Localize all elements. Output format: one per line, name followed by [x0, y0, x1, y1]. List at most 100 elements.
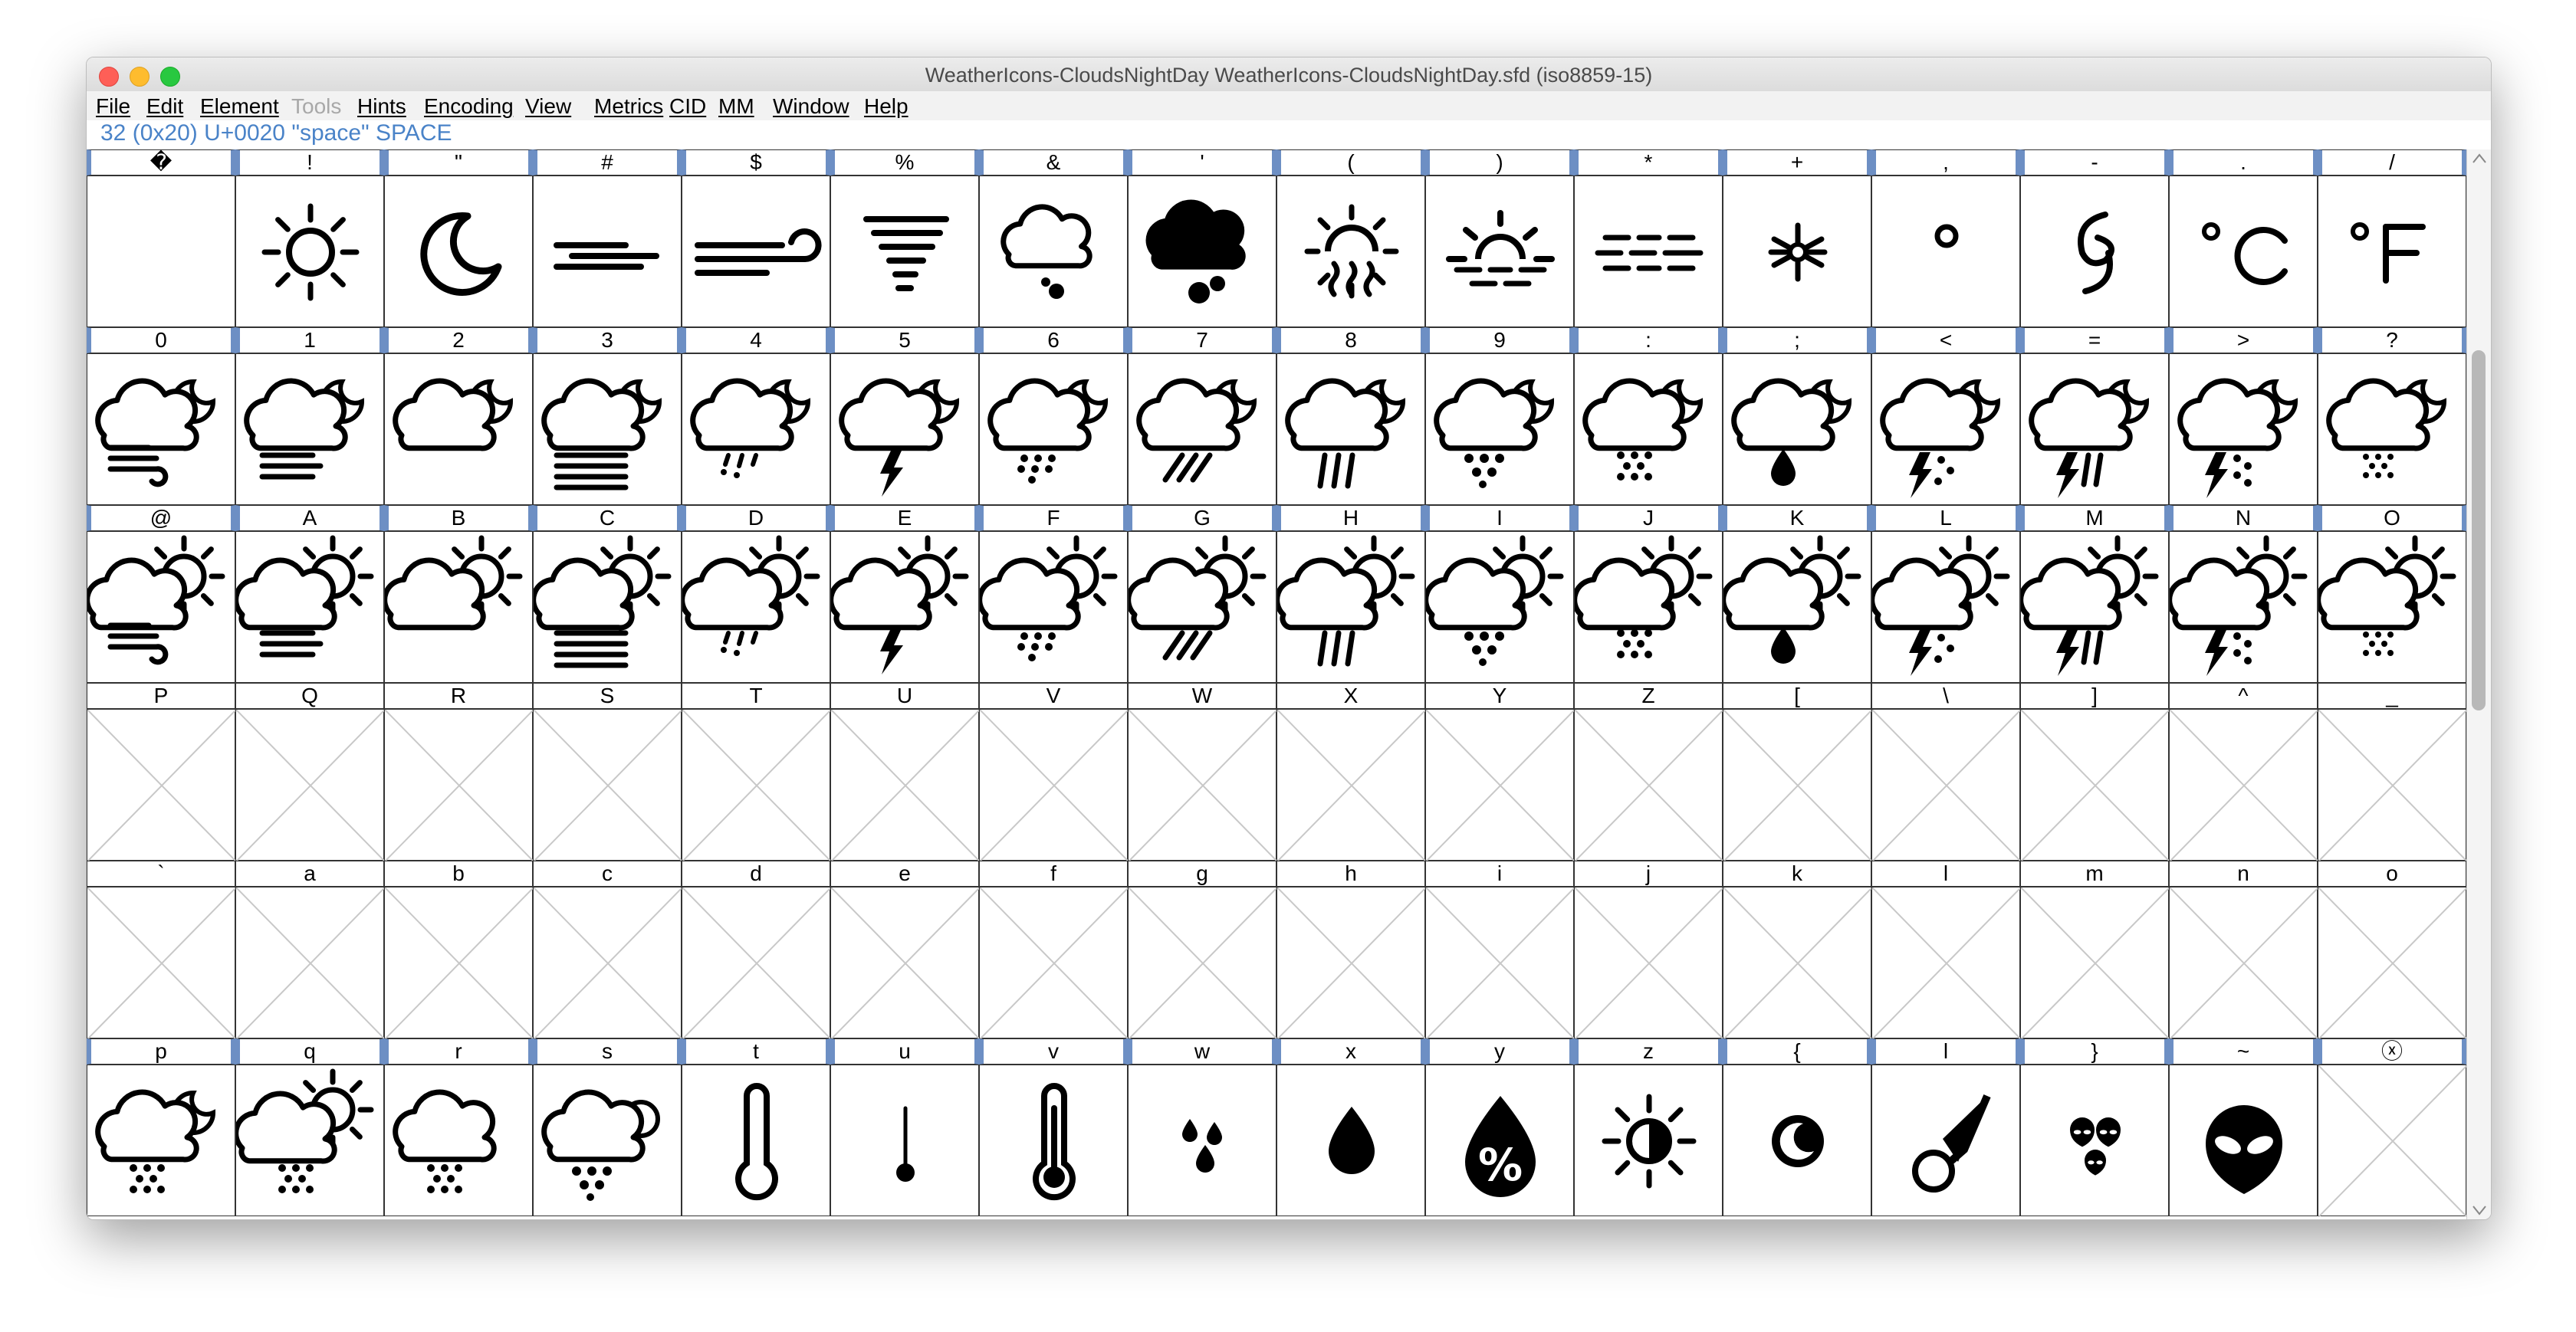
glyph-label[interactable]: E — [830, 505, 979, 531]
glyph-cell-night-snow[interactable] — [1574, 353, 1723, 505]
glyph-label[interactable]: 2 — [384, 327, 533, 353]
glyph-cell-day-showers[interactable] — [1276, 531, 1425, 683]
glyph-cell-empty[interactable] — [533, 887, 682, 1039]
glyph-cell-empty[interactable] — [1574, 709, 1723, 861]
glyph-label[interactable]: [ — [1723, 683, 1871, 709]
glyph-cell-empty[interactable] — [979, 709, 1129, 861]
menu-element[interactable]: Element — [200, 94, 279, 119]
glyph-label[interactable]: Z — [1574, 683, 1723, 709]
glyph-cell-empty[interactable] — [1574, 887, 1723, 1039]
glyph-label[interactable]: R — [384, 683, 533, 709]
glyph-label[interactable]: P — [87, 683, 235, 709]
menu-window[interactable]: Window — [773, 94, 849, 119]
glyph-label[interactable]: l — [1871, 1038, 2020, 1065]
glyph-cell-sun-moon[interactable] — [1574, 1065, 1723, 1216]
glyph-label[interactable]: H — [1276, 505, 1425, 531]
glyph-cell-thermometer[interactable] — [682, 1065, 830, 1216]
glyph-cell-night-storm-rain[interactable] — [2020, 353, 2169, 505]
glyph-cell-empty[interactable] — [830, 709, 980, 861]
glyph-cell-empty[interactable] — [830, 887, 980, 1039]
glyph-label[interactable]: g — [1128, 861, 1276, 887]
glyph-cell-raindrops[interactable] — [1128, 1065, 1276, 1216]
glyph-label[interactable]: V — [979, 683, 1128, 709]
glyph-label[interactable]: W — [1128, 683, 1276, 709]
scroll-down-arrow-icon[interactable] — [2470, 1202, 2489, 1218]
glyph-cell-day-wind[interactable] — [87, 531, 235, 683]
glyph-label[interactable]: f — [979, 861, 1128, 887]
vertical-scrollbar[interactable] — [2466, 149, 2491, 1219]
glyph-label[interactable]: : — [1574, 327, 1723, 353]
glyph-label[interactable]: p — [87, 1038, 235, 1065]
glyph-label[interactable]: k — [1723, 861, 1871, 887]
glyph-cell-sunset[interactable] — [1425, 176, 1574, 327]
glyph-cell-empty[interactable] — [1128, 709, 1277, 861]
glyph-label[interactable]: K — [1723, 505, 1871, 531]
glyph-cell-day-drizzle[interactable] — [682, 531, 830, 683]
glyph-cell-night-flurries[interactable] — [2318, 353, 2466, 505]
glyph-cell-cloud-filled[interactable] — [1128, 176, 1276, 327]
glyph-label[interactable]: F — [979, 505, 1128, 531]
glyph-label[interactable]: a — [235, 861, 384, 887]
glyph-label[interactable]: X — [1276, 683, 1425, 709]
glyph-label[interactable]: x — [1276, 1038, 1425, 1065]
glyph-label[interactable]: q — [235, 1038, 384, 1065]
glyph-cell-empty[interactable] — [1276, 709, 1426, 861]
glyph-cell-snowflake[interactable] — [1723, 176, 1871, 327]
glyph-label[interactable]: i — [1425, 861, 1574, 887]
glyph-cell-night-drizzle[interactable] — [682, 353, 830, 505]
glyph-cell-day-storm-rain[interactable] — [2020, 531, 2169, 683]
glyph-label[interactable]: - — [2020, 149, 2169, 176]
glyph-label[interactable]: ( — [1276, 149, 1425, 176]
glyph-label[interactable]: J — [1574, 505, 1723, 531]
glyph-cell-day-rain[interactable] — [979, 531, 1128, 683]
glyph-cell-empty[interactable] — [979, 887, 1129, 1039]
glyph-label[interactable]: 9 — [1425, 327, 1574, 353]
menu-view[interactable]: View — [525, 94, 571, 119]
glyph-label[interactable]: T — [682, 683, 830, 709]
glyph-cell-empty[interactable] — [2169, 887, 2318, 1039]
glyph-cell-celsius[interactable] — [2169, 176, 2318, 327]
glyph-cell-sun[interactable] — [235, 176, 384, 327]
glyph-label[interactable]: { — [1723, 1038, 1871, 1065]
menu-file[interactable]: File — [96, 94, 130, 119]
glyph-cell-night-storm-snow[interactable] — [2169, 353, 2318, 505]
glyph-label[interactable]: j — [1574, 861, 1723, 887]
glyph-cell-raindrop[interactable] — [1276, 1065, 1425, 1216]
glyph-label[interactable]: % — [830, 149, 979, 176]
glyph-label[interactable]: G — [1128, 505, 1276, 531]
glyph-label[interactable]: $ — [682, 149, 830, 176]
glyph-cell-empty[interactable] — [235, 887, 385, 1039]
glyph-label[interactable]: b — [384, 861, 533, 887]
glyph-cell-empty[interactable] — [2318, 709, 2467, 861]
glyph-cell-day-raindrop[interactable] — [1723, 531, 1871, 683]
glyph-label[interactable]: ` — [87, 861, 235, 887]
glyph-label[interactable]: w — [1128, 1038, 1276, 1065]
glyph-label[interactable]: n — [2169, 861, 2318, 887]
scrollbar-thumb[interactable] — [2472, 350, 2486, 710]
glyph-cell-night-raindrop[interactable] — [1723, 353, 1871, 505]
menu-tools[interactable]: Tools — [291, 94, 341, 119]
glyph-label[interactable]: . — [2169, 149, 2318, 176]
glyph-cell-alien[interactable] — [2169, 1065, 2318, 1216]
glyph-label[interactable]: < — [1871, 327, 2020, 353]
glyph-label[interactable]: A — [235, 505, 384, 531]
glyph-label[interactable]: m — [2020, 861, 2169, 887]
menu-cid[interactable]: CID — [669, 94, 706, 119]
glyph-label[interactable]: & — [979, 149, 1128, 176]
glyph-cell-empty[interactable] — [533, 709, 682, 861]
glyph-label[interactable]: ' — [1128, 149, 1276, 176]
glyph-label[interactable]: / — [2318, 149, 2466, 176]
glyph-label[interactable]: C — [533, 505, 682, 531]
glyph-cell-night-wind[interactable] — [87, 353, 235, 505]
glyph-label[interactable]: L — [1871, 505, 2020, 531]
glyph-cell-empty[interactable] — [87, 709, 236, 861]
menu-edit[interactable]: Edit — [146, 94, 183, 119]
glyph-label[interactable]: r — [384, 1038, 533, 1065]
glyph-cell-fahrenheit[interactable] — [2318, 176, 2466, 327]
glyph-cell-meteor[interactable] — [1871, 1065, 2020, 1216]
glyph-label[interactable]: d — [682, 861, 830, 887]
glyph-label[interactable]: > — [2169, 327, 2318, 353]
glyph-cell-aliens[interactable] — [2020, 1065, 2169, 1216]
glyph-label[interactable]: Y — [1425, 683, 1574, 709]
glyph-cell-night-rain[interactable] — [979, 353, 1128, 505]
